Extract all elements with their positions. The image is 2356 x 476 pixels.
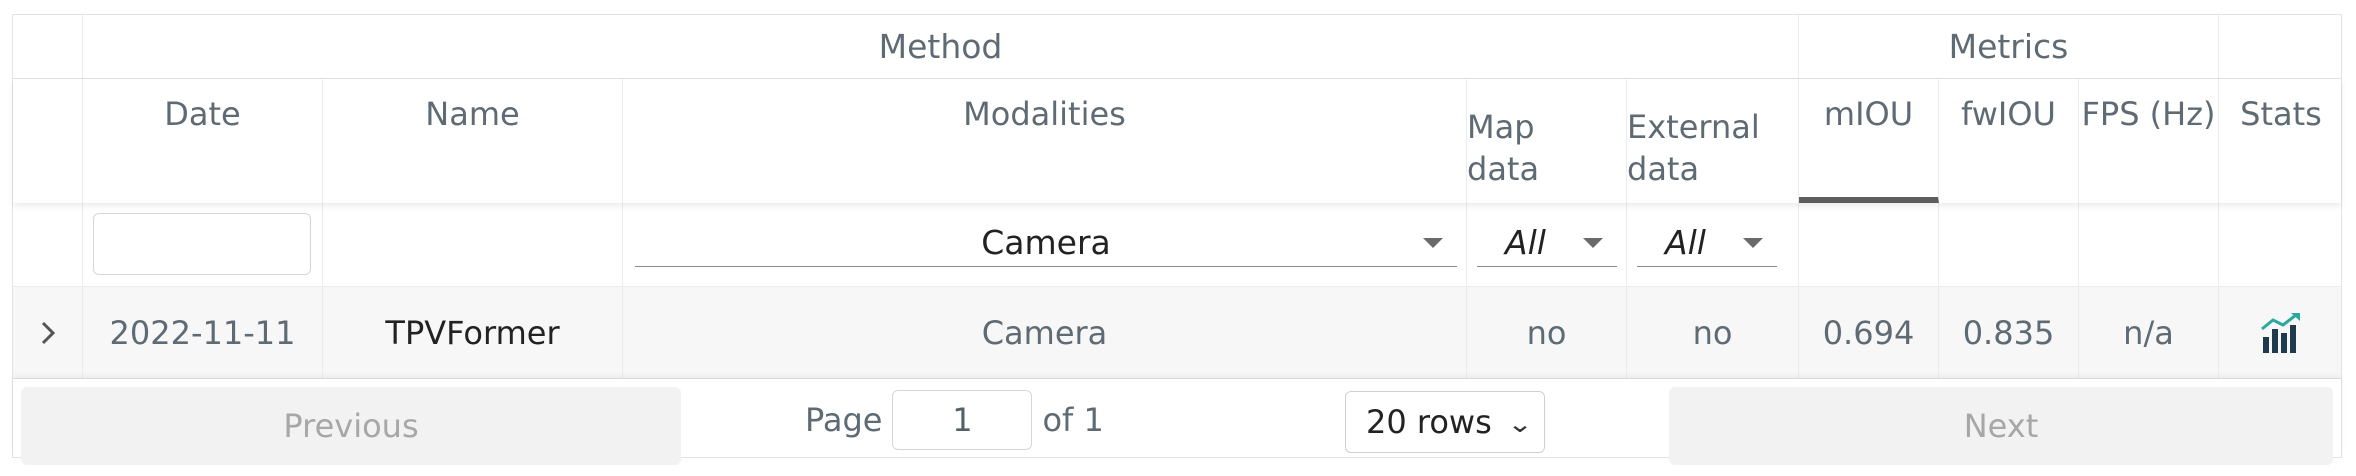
chevron-down-icon: ⌄ xyxy=(1506,410,1534,438)
previous-button[interactable]: Previous xyxy=(21,387,681,465)
row-expand-toggle[interactable] xyxy=(13,287,83,378)
column-header-miou[interactable]: mIOU xyxy=(1799,79,1939,203)
filter-fwiou-cell xyxy=(1939,203,2079,286)
column-header-map-data-line1: Map xyxy=(1467,108,1535,146)
filter-spacer xyxy=(13,203,83,286)
column-header-external-line2: data xyxy=(1627,150,1700,188)
caret-down-icon xyxy=(1423,238,1443,248)
column-header-map-data-line2: data xyxy=(1467,150,1540,188)
cell-map-data: no xyxy=(1467,287,1627,378)
page-total-label: of 1 xyxy=(1042,401,1104,439)
next-button[interactable]: Next xyxy=(1669,387,2333,465)
cell-stats[interactable] xyxy=(2219,287,2343,378)
caret-down-icon xyxy=(1743,238,1763,248)
cell-modalities: Camera xyxy=(623,287,1467,378)
cell-miou: 0.694 xyxy=(1799,287,1939,378)
column-header-fwiou[interactable]: fwIOU xyxy=(1939,79,2079,203)
filter-row: Camera All All xyxy=(13,203,2341,287)
modalities-filter-select[interactable]: Camera xyxy=(635,219,1457,267)
column-header-date[interactable]: Date xyxy=(83,79,323,203)
caret-down-icon xyxy=(1583,238,1603,248)
rows-per-page-value: 20 rows xyxy=(1366,403,1492,441)
date-filter-input[interactable] xyxy=(93,213,311,275)
external-data-filter-select[interactable]: All xyxy=(1637,219,1777,267)
group-header-method: Method xyxy=(83,15,1799,78)
expander-header xyxy=(13,79,83,203)
column-header-external-line1: External xyxy=(1627,108,1760,146)
rows-per-page-select[interactable]: 20 rows ⌄ xyxy=(1345,391,1545,453)
cell-fwiou: 0.835 xyxy=(1939,287,2079,378)
group-header-stats-spacer xyxy=(2219,15,2343,78)
filter-stats-cell xyxy=(2219,203,2343,286)
column-header-modalities[interactable]: Modalities xyxy=(623,79,1467,203)
page-number-input[interactable]: 1 xyxy=(892,390,1033,450)
column-header-stats: Stats xyxy=(2240,95,2322,133)
filter-miou-cell xyxy=(1799,203,1939,286)
group-header-spacer xyxy=(13,15,83,78)
cell-name: TPVFormer xyxy=(323,287,623,378)
column-header-name[interactable]: Name xyxy=(323,79,623,203)
filter-name-cell xyxy=(323,203,623,286)
chevron-right-icon xyxy=(41,321,55,344)
cell-date: 2022-11-11 xyxy=(83,287,323,378)
map-data-filter-select[interactable]: All xyxy=(1477,219,1617,267)
column-header-map-data[interactable]: Map data xyxy=(1467,79,1627,203)
column-header-row: Date Name Modalities Map data External d… xyxy=(13,79,2341,203)
group-header-metrics: Metrics xyxy=(1799,15,2219,78)
table-row: 2022-11-11 TPVFormer Camera no no 0.694 … xyxy=(13,287,2341,379)
modalities-filter-value: Camera xyxy=(981,223,1111,262)
filter-fps-cell xyxy=(2079,203,2219,286)
cell-external-data: no xyxy=(1627,287,1799,378)
page-label: Page xyxy=(805,401,883,439)
cell-fps: n/a xyxy=(2079,287,2219,378)
pagination-bar: Previous Page 1 of 1 20 rows ⌄ Next xyxy=(13,379,2341,465)
column-header-external-data[interactable]: External data xyxy=(1627,79,1799,203)
group-header-row: Method Metrics xyxy=(13,15,2341,79)
chart-up-icon[interactable] xyxy=(2259,311,2303,355)
results-table: Method Metrics Date Name Modalities Map … xyxy=(12,14,2342,465)
column-header-fps[interactable]: FPS (Hz) xyxy=(2079,79,2219,203)
page-indicator: Page 1 of 1 xyxy=(805,387,1104,453)
